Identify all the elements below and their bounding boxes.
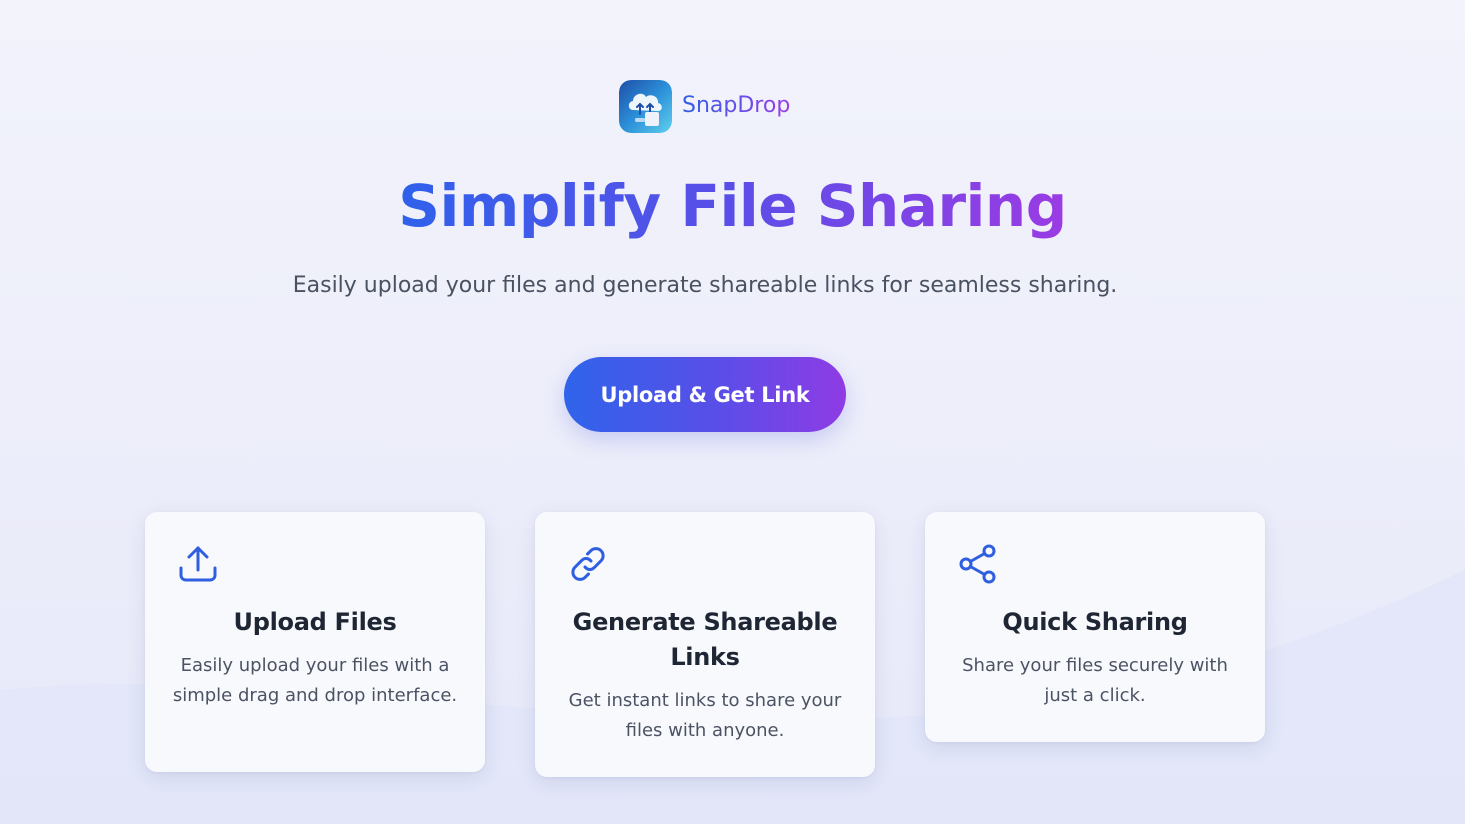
hero-title-text: Simplify File Sharing <box>398 172 1067 240</box>
link-icon <box>566 542 610 586</box>
feature-description: Get instant links to share your files wi… <box>568 690 842 741</box>
feature-title: Quick Sharing <box>1002 608 1188 636</box>
feature-card-sharing: Quick Sharing Share your files securely … <box>925 512 1265 742</box>
upload-get-link-button[interactable]: Upload & Get Link <box>564 357 846 432</box>
hero-title: Simplify File Sharing <box>0 170 1465 242</box>
feature-card-links: Generate Shareable Links Get instant lin… <box>535 512 875 777</box>
feature-title: Upload Files <box>233 608 397 636</box>
feature-title: Generate Shareable Links <box>572 608 838 671</box>
hero-subtitle: Easily upload your files and generate sh… <box>292 273 1118 298</box>
upload-icon <box>176 542 220 586</box>
brand-name: SnapDrop <box>682 93 791 118</box>
share-icon <box>956 542 1000 586</box>
feature-description: Share your files securely with just a cl… <box>962 655 1228 706</box>
brand-header[interactable]: SnapDrop <box>619 79 790 133</box>
feature-card-upload: Upload Files Easily upload your files wi… <box>145 512 485 772</box>
feature-description: Easily upload your files with a simple d… <box>172 655 458 706</box>
cloud-upload-icon <box>619 79 672 133</box>
